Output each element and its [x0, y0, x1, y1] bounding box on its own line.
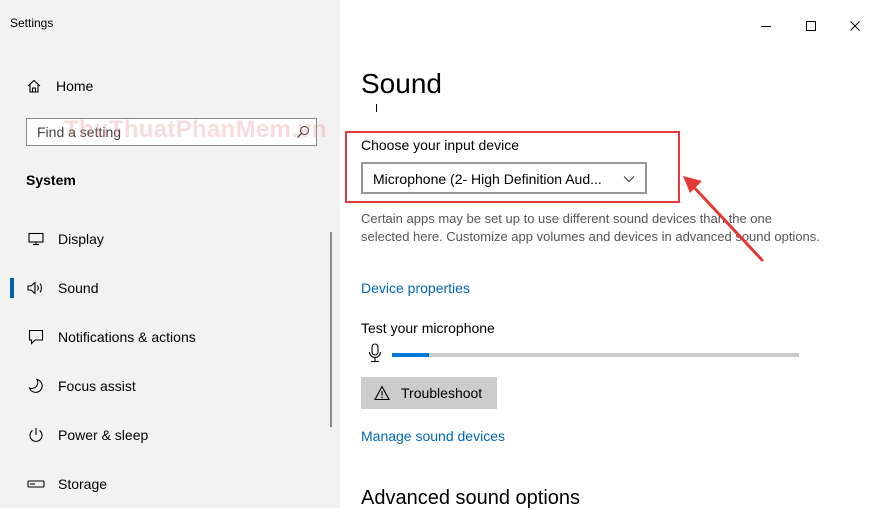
input-device-value: Microphone (2- High Definition Aud... — [373, 171, 602, 187]
troubleshoot-button[interactable]: Troubleshoot — [361, 377, 497, 409]
home-nav[interactable]: Home — [26, 75, 93, 97]
notification-icon — [26, 327, 46, 347]
maximize-button[interactable] — [799, 14, 823, 38]
search-box[interactable] — [26, 118, 317, 146]
sidebar-item-sound[interactable]: Sound — [0, 268, 330, 308]
sidebar-item-label: Storage — [58, 476, 108, 492]
search-input[interactable] — [27, 119, 316, 145]
home-label: Home — [56, 78, 94, 94]
sidebar: Settings Home System Display Sound Notif… — [0, 0, 340, 508]
description-text: Certain apps may be set up to use differ… — [361, 211, 820, 244]
input-device-dropdown[interactable]: Microphone (2- High Definition Aud... — [361, 162, 647, 194]
sidebar-item-notifications[interactable]: Notifications & actions — [0, 317, 330, 357]
device-properties-link[interactable]: Device properties — [361, 280, 470, 296]
sidebar-item-storage[interactable]: Storage — [0, 464, 330, 504]
page-title: Sound — [361, 68, 442, 99]
search-icon[interactable] — [296, 125, 310, 139]
storage-icon — [26, 474, 46, 494]
close-icon — [850, 21, 860, 31]
display-icon — [26, 229, 46, 249]
chevron-down-icon — [623, 176, 635, 183]
sidebar-item-focus-assist[interactable]: Focus assist — [0, 366, 330, 406]
window-title: Settings — [10, 16, 54, 30]
home-icon — [27, 79, 41, 93]
advanced-sound-options-heading: Advanced sound options — [361, 487, 581, 509]
sidebar-item-label: Display — [58, 231, 104, 247]
sidebar-item-power-sleep[interactable]: Power & sleep — [0, 415, 330, 455]
troubleshoot-label: Troubleshoot — [401, 385, 483, 401]
close-button[interactable] — [843, 14, 867, 38]
mic-level-meter — [392, 353, 799, 357]
sidebar-item-display[interactable]: Display — [0, 219, 330, 259]
sidebar-item-label: Notifications & actions — [58, 329, 196, 345]
minimize-icon — [761, 26, 771, 27]
maximize-icon — [806, 21, 816, 31]
speaker-icon — [26, 278, 46, 298]
warning-icon — [374, 385, 390, 401]
sidebar-item-label: Power & sleep — [58, 427, 149, 443]
sidebar-scrollbar[interactable] — [330, 232, 332, 427]
moon-icon — [26, 376, 46, 396]
mic-level-fill — [392, 353, 429, 357]
test-mic-label: Test your microphone — [361, 320, 495, 336]
divider-mark — [376, 104, 377, 112]
sidebar-item-label: Focus assist — [58, 378, 136, 394]
sidebar-item-label: Sound — [58, 280, 99, 296]
power-icon — [26, 425, 46, 445]
section-title-system: System — [26, 172, 76, 188]
input-device-label: Choose your input device — [361, 137, 519, 153]
manage-sound-devices-link[interactable]: Manage sound devices — [361, 428, 505, 444]
minimize-button[interactable] — [754, 14, 778, 38]
microphone-icon — [368, 343, 382, 363]
